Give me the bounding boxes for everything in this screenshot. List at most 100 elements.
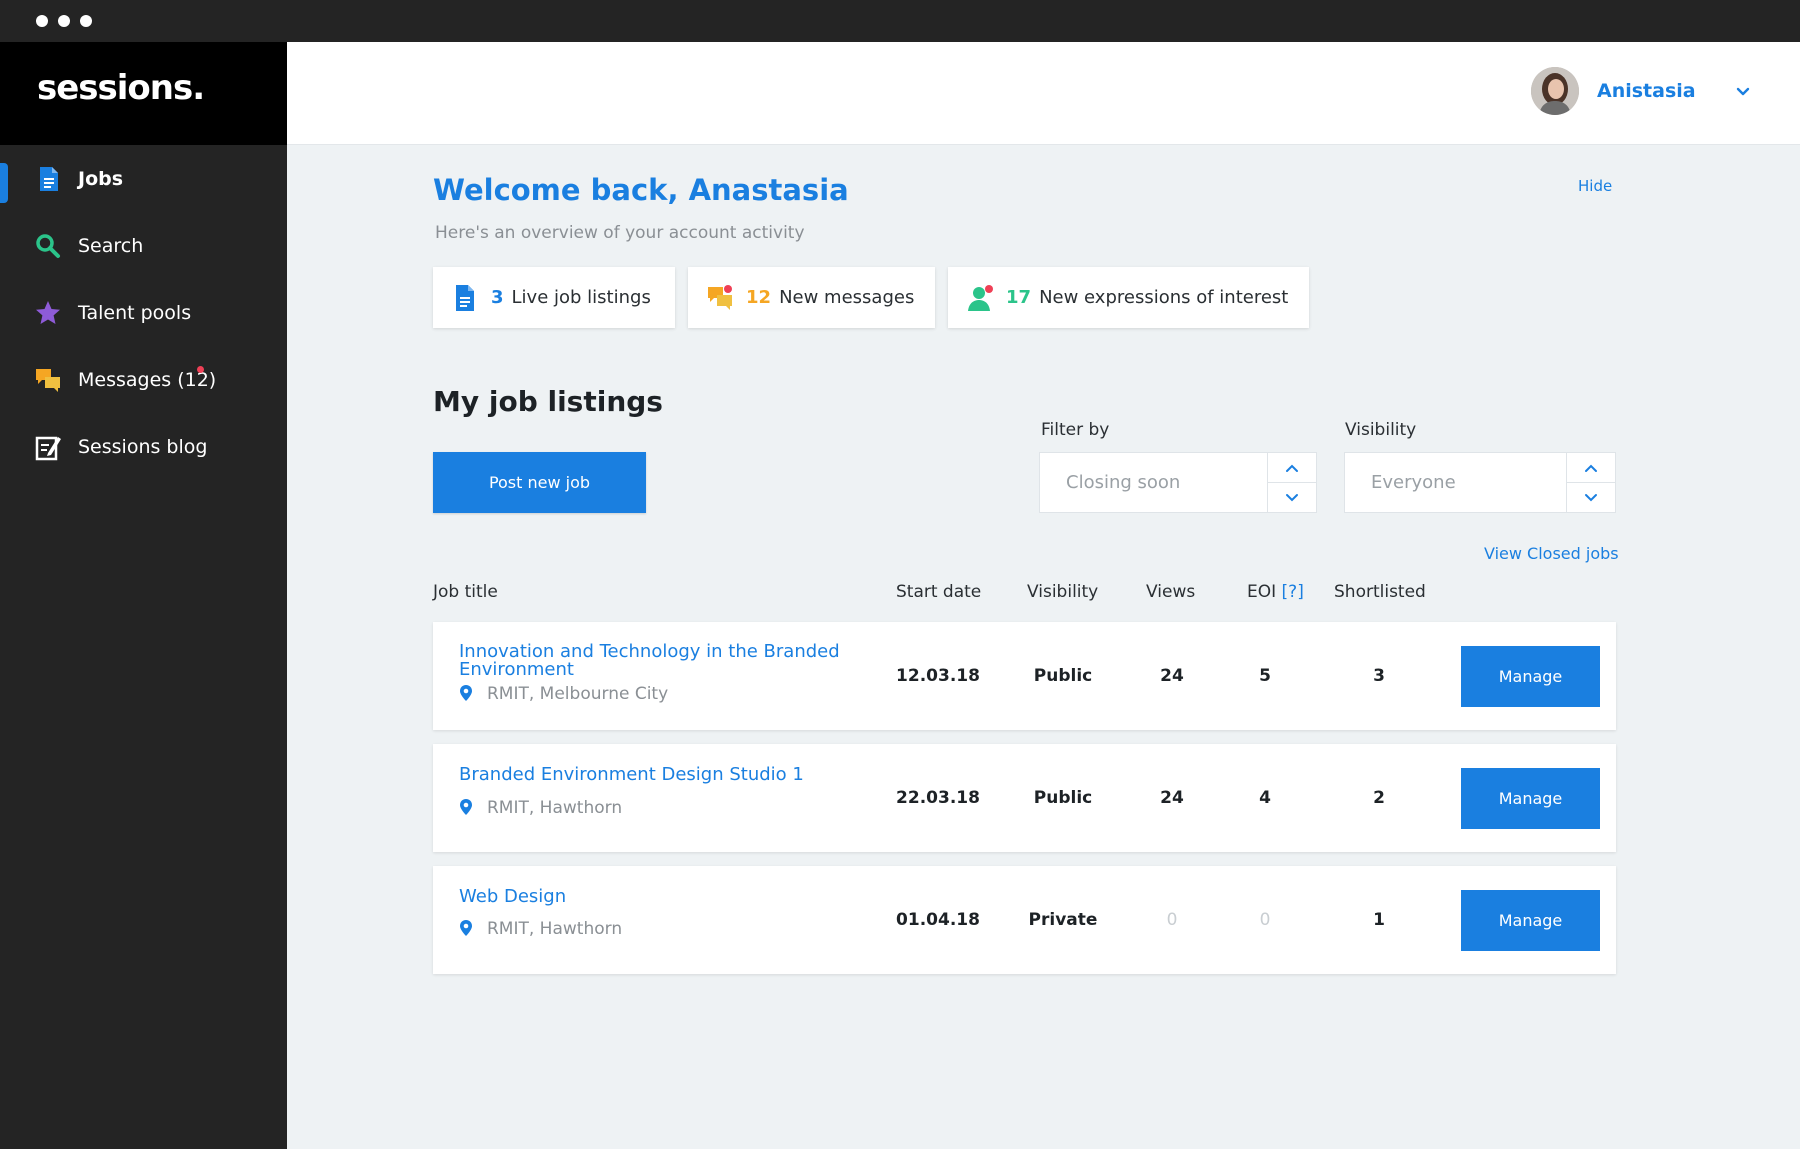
sidebar-item-messages[interactable]: Messages (12)	[0, 346, 287, 413]
user-icon	[968, 284, 993, 311]
visibility-label: Visibility	[1345, 420, 1417, 440]
avatar[interactable]	[1531, 67, 1579, 115]
views-count: 24	[1160, 666, 1184, 686]
stat-label: New messages	[779, 287, 915, 308]
brand-logo[interactable]: sessions.	[0, 42, 287, 145]
filter-down-button[interactable]	[1268, 483, 1316, 512]
job-listings-heading: My job listings	[433, 385, 663, 418]
visibility-value: Everyone	[1371, 472, 1456, 493]
document-icon	[40, 167, 58, 191]
sidebar-item-label: Messages (12)	[78, 368, 217, 391]
stat-new-messages[interactable]: 12 New messages	[688, 267, 935, 328]
chevron-up-icon	[1286, 464, 1298, 472]
chevron-up-icon	[1585, 464, 1597, 472]
chevron-down-icon	[1286, 493, 1298, 501]
eoi-help-link[interactable]: [?]	[1282, 582, 1304, 602]
window-titlebar	[0, 0, 1800, 42]
welcome-heading: Welcome back, Anastasia	[433, 173, 849, 207]
location-pin-icon	[460, 685, 472, 701]
user-name[interactable]: Anistasia	[1597, 80, 1696, 102]
filter-value: Closing soon	[1066, 472, 1181, 493]
visibility-value: Public	[1033, 788, 1093, 808]
sidebar-item-talent-pools[interactable]: Talent pools	[0, 279, 287, 346]
sidebar: sessions. Jobs Search Talent pools Messa…	[0, 42, 287, 1149]
chat-icon	[36, 369, 60, 392]
location-pin-icon	[460, 920, 472, 936]
start-date: 01.04.18	[896, 910, 980, 930]
chat-icon	[708, 284, 732, 310]
table-row: Web Design RMIT, Hawthorn 01.04.18 Priva…	[433, 866, 1616, 974]
job-title-link[interactable]: Innovation and Technology in the Branded…	[459, 643, 849, 679]
stat-label: New expressions of interest	[1039, 287, 1289, 308]
sidebar-item-label: Search	[78, 234, 144, 257]
job-location-text: RMIT, Hawthorn	[487, 798, 623, 818]
visibility-value: Private	[1028, 910, 1098, 930]
eoi-label: EOI	[1247, 582, 1277, 602]
filter-spinner	[1267, 453, 1316, 512]
sidebar-item-label: Jobs	[78, 167, 124, 190]
column-header-job-title: Job title	[433, 582, 498, 602]
window-maximize-dot[interactable]	[80, 15, 92, 27]
main-content: Welcome back, Anastasia Here's an overvi…	[287, 145, 1800, 1149]
eoi-count: 4	[1259, 788, 1271, 808]
stat-count: 17	[1006, 287, 1032, 308]
sidebar-item-label: Talent pools	[78, 301, 192, 324]
job-location: RMIT, Hawthorn	[459, 798, 622, 818]
filter-label: Filter by	[1041, 420, 1110, 440]
blog-edit-icon	[35, 436, 61, 461]
views-count: 0	[1166, 910, 1178, 930]
window-minimize-dot[interactable]	[58, 15, 70, 27]
sidebar-nav: Jobs Search Talent pools Messages (12) S…	[0, 145, 287, 480]
window-close-dot[interactable]	[36, 15, 48, 27]
location-pin-icon	[460, 799, 472, 815]
job-title-link[interactable]: Branded Environment Design Studio 1	[459, 766, 849, 784]
views-count: 24	[1160, 788, 1184, 808]
visibility-value: Public	[1033, 666, 1093, 686]
manage-button[interactable]: Manage	[1461, 890, 1600, 951]
stat-count: 12	[746, 287, 772, 308]
unread-dot	[197, 366, 204, 373]
job-location-text: RMIT, Hawthorn	[487, 919, 623, 939]
eoi-count: 5	[1259, 666, 1271, 686]
manage-button[interactable]: Manage	[1461, 646, 1600, 707]
chevron-down-icon	[1585, 493, 1597, 501]
sidebar-item-jobs[interactable]: Jobs	[0, 145, 287, 212]
active-indicator	[0, 163, 8, 203]
chevron-down-icon[interactable]	[1733, 82, 1753, 102]
filter-select[interactable]: Closing soon	[1039, 452, 1317, 513]
sidebar-item-search[interactable]: Search	[0, 212, 287, 279]
welcome-subtitle: Here's an overview of your account activ…	[435, 223, 805, 243]
job-location: RMIT, Melbourne City	[459, 684, 668, 704]
post-new-job-button[interactable]: Post new job	[433, 452, 646, 513]
view-closed-jobs-link[interactable]: View Closed jobs	[1484, 544, 1619, 563]
eoi-count: 0	[1259, 910, 1271, 930]
stat-label: Live job listings	[511, 287, 651, 308]
start-date: 12.03.18	[896, 666, 980, 686]
sidebar-item-label: Sessions blog	[78, 435, 208, 458]
column-header-views: Views	[1146, 582, 1196, 602]
visibility-select[interactable]: Everyone	[1344, 452, 1616, 513]
visibility-down-button[interactable]	[1567, 483, 1615, 512]
document-icon	[456, 284, 474, 311]
column-header-shortlisted: Shortlisted	[1334, 582, 1426, 602]
table-row: Innovation and Technology in the Branded…	[433, 622, 1616, 730]
search-icon	[36, 234, 60, 258]
job-location: RMIT, Hawthorn	[459, 919, 622, 939]
visibility-up-button[interactable]	[1567, 453, 1615, 483]
hide-overview-link[interactable]: Hide	[1578, 177, 1612, 195]
shortlisted-count: 2	[1373, 788, 1385, 808]
shortlisted-count: 3	[1373, 666, 1385, 686]
stat-live-jobs[interactable]: 3 Live job listings	[433, 267, 675, 328]
job-title-link[interactable]: Web Design	[459, 888, 849, 906]
avatar-image	[1531, 67, 1579, 115]
stat-count: 3	[491, 287, 504, 308]
start-date: 22.03.18	[896, 788, 980, 808]
column-header-visibility: Visibility	[1027, 582, 1099, 602]
filter-up-button[interactable]	[1268, 453, 1316, 483]
stat-expressions-of-interest[interactable]: 17 New expressions of interest	[948, 267, 1309, 328]
job-location-text: RMIT, Melbourne City	[487, 684, 669, 704]
manage-button[interactable]: Manage	[1461, 768, 1600, 829]
sidebar-item-blog[interactable]: Sessions blog	[0, 413, 287, 480]
star-icon	[36, 301, 60, 324]
column-header-start-date: Start date	[896, 582, 982, 602]
